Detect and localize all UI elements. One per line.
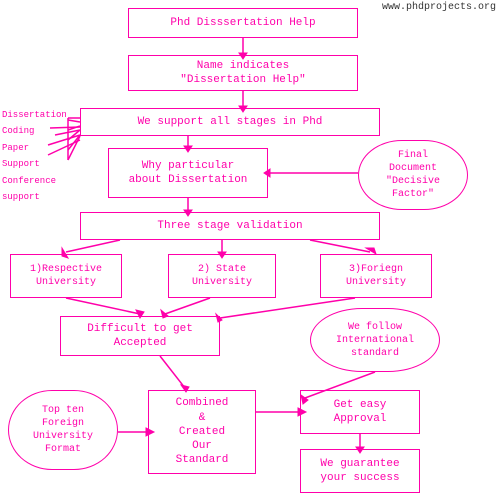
phd-help-box: Phd Disssertation Help xyxy=(128,8,358,38)
guarantee-box: We guarantee your success xyxy=(300,449,420,493)
label-paper: Paper xyxy=(2,141,67,155)
label-dissertation: Dissertation xyxy=(2,108,67,122)
why-particular-box: Why particular about Dissertation xyxy=(108,148,268,198)
support-stages-box: We support all stages in Phd xyxy=(80,108,380,136)
left-labels: Dissertation Coding Paper Support Confer… xyxy=(2,108,67,206)
name-indicates-box: Name indicates "Dissertation Help" xyxy=(128,55,358,91)
label-support: Support xyxy=(2,157,67,171)
combined-box: Combined & Created Our Standard xyxy=(148,390,256,474)
final-document-cloud: Final Document "Decisive Factor" xyxy=(358,140,468,210)
website-label: www.phdprojects.org xyxy=(382,2,496,13)
top-ten-cloud: Top ten Foreign University Format xyxy=(8,390,118,470)
label-conference: Conference xyxy=(2,174,67,188)
foreign-uni-box: 3)Foriegn University xyxy=(320,254,432,298)
state-uni-box: 2) State University xyxy=(168,254,276,298)
label-coding: Coding xyxy=(2,124,67,138)
three-stage-box: Three stage validation xyxy=(80,212,380,240)
label-support2: support xyxy=(2,190,67,204)
difficult-box: Difficult to get Accepted xyxy=(60,316,220,356)
respective-uni-box: 1)Respective University xyxy=(10,254,122,298)
get-easy-box: Get easy Approval xyxy=(300,390,420,434)
international-cloud: We follow International standard xyxy=(310,308,440,372)
